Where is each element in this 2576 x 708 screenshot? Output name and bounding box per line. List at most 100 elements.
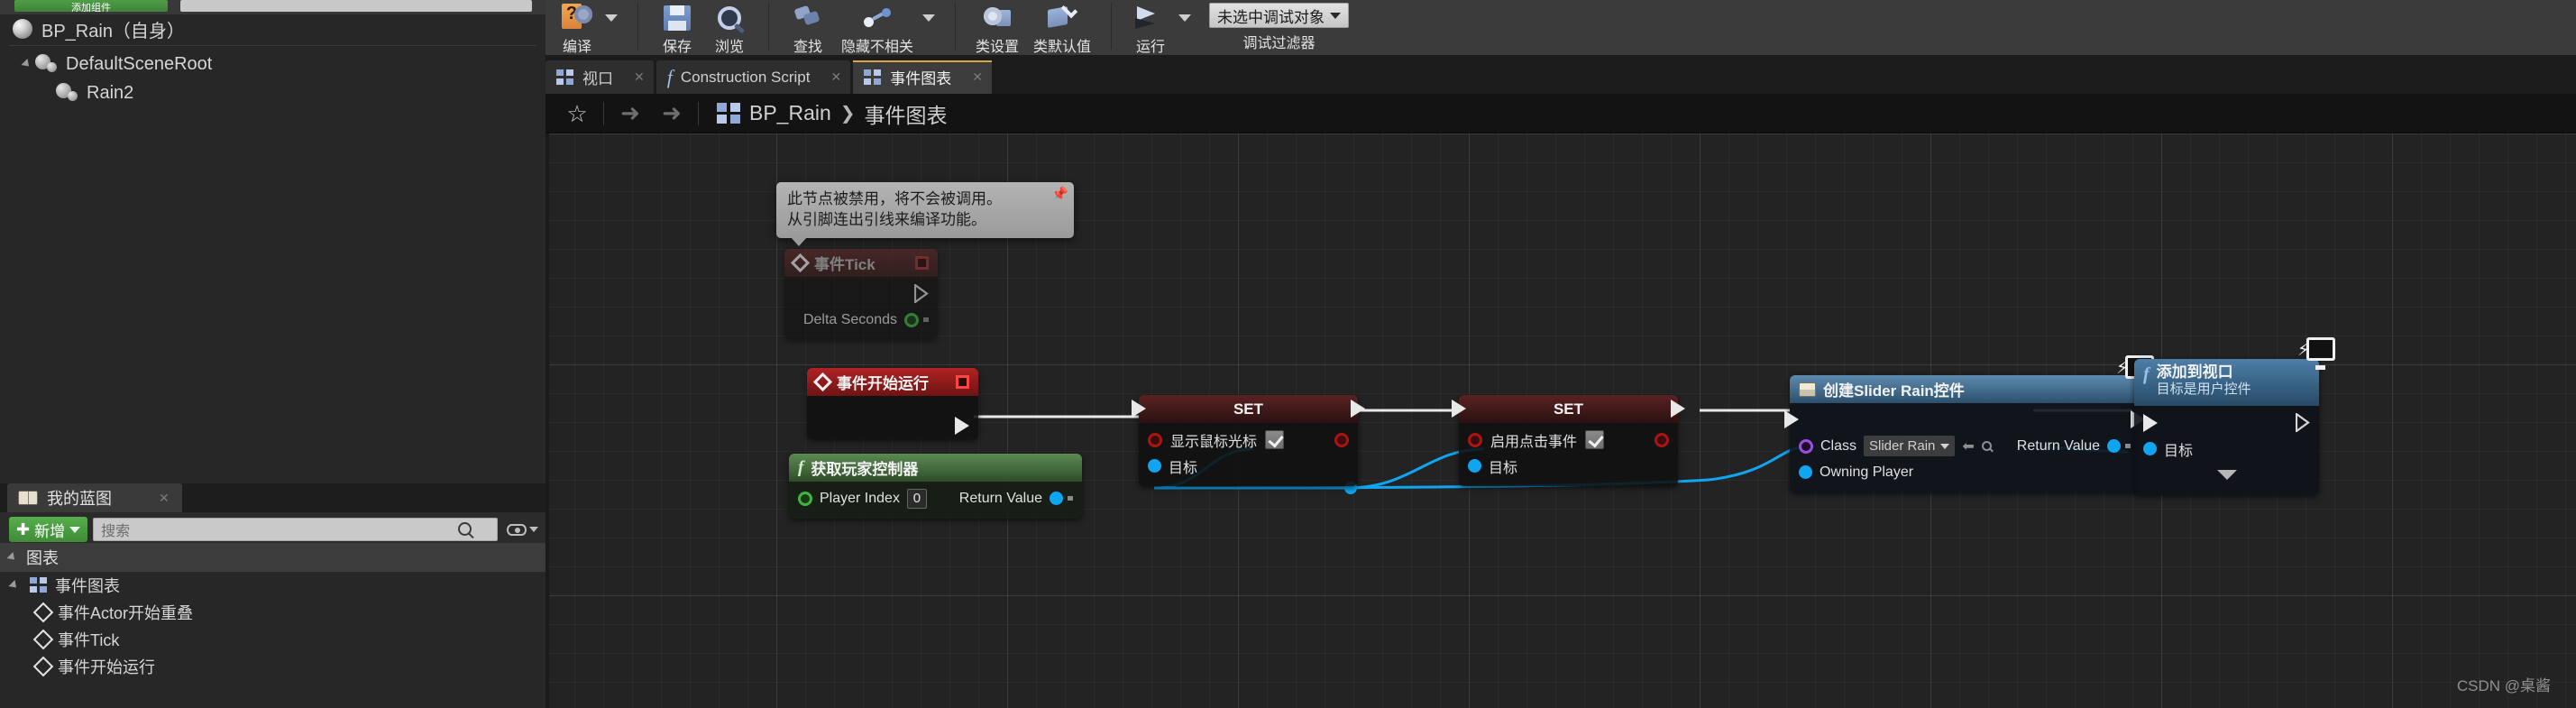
my-blueprint-tabbar: 我的蓝图 ✕ xyxy=(0,483,545,512)
browse-button[interactable]: 浏览 xyxy=(703,0,756,56)
node-set-enable-click-events[interactable]: SET 启用点击事件 目标 xyxy=(1452,395,1685,486)
pin-target[interactable]: 目标 xyxy=(1139,453,1358,479)
bool-pin-out-icon[interactable] xyxy=(1334,432,1349,447)
widget-icon xyxy=(1799,382,1816,397)
node-set-show-mouse-cursor[interactable]: SET 显示鼠标光标 目标 xyxy=(1132,395,1365,486)
divider xyxy=(603,101,604,125)
list-item-event-graph[interactable]: 事件图表 xyxy=(0,572,545,599)
component-row-self[interactable]: BP_Rain（自身） xyxy=(0,14,545,43)
node-event-begin-play-header: 事件开始运行 xyxy=(807,368,978,396)
pin-show-mouse-cursor[interactable]: 显示鼠标光标 xyxy=(1148,429,1285,451)
component-row-rain2[interactable]: Rain2 xyxy=(0,78,545,107)
breadcrumb-root[interactable]: BP_Rain xyxy=(749,101,831,125)
enable-click-events-checkbox[interactable] xyxy=(1585,430,1605,449)
pin-return-value-label: Return Value xyxy=(958,490,1042,506)
exec-pin-icon-in[interactable] xyxy=(1132,400,1146,418)
pin-owning-player[interactable]: Owning Player xyxy=(1790,459,2140,485)
node-event-begin-play[interactable]: 事件开始运行 xyxy=(807,368,978,439)
pin-tail xyxy=(2125,444,2131,448)
hide-unrelated-dropdown-icon[interactable] xyxy=(922,14,936,22)
play-dropdown-icon[interactable] xyxy=(1178,14,1192,22)
star-icon: ☆ xyxy=(566,99,588,127)
close-icon[interactable]: ✕ xyxy=(972,69,983,85)
exec-pin-icon-out[interactable] xyxy=(1671,400,1685,418)
components-search-input[interactable] xyxy=(180,0,532,12)
show-mouse-cursor-checkbox[interactable] xyxy=(1265,430,1285,449)
function-icon: f xyxy=(798,457,804,477)
save-button[interactable]: 保存 xyxy=(651,0,703,56)
list-item-event-begin-play[interactable]: 事件开始运行 xyxy=(0,653,545,680)
pin-target[interactable]: 目标 xyxy=(1459,453,1678,479)
pin-delta-seconds[interactable]: Delta Seconds xyxy=(784,307,938,333)
my-blueprint-search-input[interactable]: 搜索 xyxy=(93,518,498,541)
back-button[interactable]: ➜ xyxy=(610,94,651,133)
compile-button[interactable]: ? 编译 xyxy=(551,0,603,56)
node-add-to-viewport[interactable]: ⚡ f 添加到视口 目标是用户控件 目标 xyxy=(2134,337,2335,495)
exec-pin-icon-in[interactable] xyxy=(2143,413,2158,432)
compile-dropdown-icon[interactable] xyxy=(605,14,618,22)
pin-exec-out[interactable] xyxy=(784,280,938,307)
forward-button[interactable]: ➜ xyxy=(651,94,692,133)
list-item-event-tick[interactable]: 事件Tick xyxy=(0,626,545,653)
exec-pin-icon-in[interactable] xyxy=(1452,400,1466,418)
chevron-down-icon[interactable] xyxy=(21,58,32,70)
plus-icon: ✚ xyxy=(16,520,31,538)
pin-target[interactable]: 目标 xyxy=(2134,436,2319,462)
class-settings-label: 类设置 xyxy=(976,40,1020,55)
function-icon: f xyxy=(2143,364,2150,384)
hide-unrelated-button[interactable]: 隐藏不相关 xyxy=(834,0,921,56)
debug-object-select[interactable]: 未选中调试对象 xyxy=(1209,3,1350,28)
exec-pin-icon-in[interactable] xyxy=(1784,410,1799,428)
play-icon xyxy=(1135,3,1166,33)
pin-return-value[interactable]: Return Value xyxy=(959,491,1073,507)
list-item-event-actor-begin-overlap[interactable]: 事件Actor开始重叠 xyxy=(0,599,545,626)
node-create-widget-body: Class Slider Rain ⬅ Return Value Owning … xyxy=(1784,403,2145,492)
class-defaults-button[interactable]: 类默认值 xyxy=(1026,0,1098,56)
node-event-tick-body: Delta Seconds xyxy=(784,277,938,340)
search-icon xyxy=(458,522,472,536)
class-select[interactable]: Slider Rain xyxy=(1864,436,1956,456)
node-disable-toggle[interactable] xyxy=(915,256,929,270)
component-row-defaultsceneroot[interactable]: DefaultSceneRoot xyxy=(0,50,545,78)
favorite-button[interactable]: ☆ xyxy=(556,94,598,133)
use-selected-icon[interactable]: ⬅ xyxy=(1962,437,1974,455)
tab-event-graph[interactable]: 事件图表 ✕ xyxy=(853,60,992,94)
browse-label: 浏览 xyxy=(714,40,744,55)
class-defaults-icon xyxy=(1048,1,1078,33)
browse-icon[interactable] xyxy=(1981,441,1992,451)
bool-pin-out-icon[interactable] xyxy=(1655,432,1669,447)
close-icon[interactable]: ✕ xyxy=(159,491,170,506)
pin-class[interactable]: Class Slider Rain ⬅ xyxy=(1799,436,1992,456)
visibility-toggle[interactable] xyxy=(507,523,545,536)
close-icon[interactable]: ✕ xyxy=(830,69,841,85)
node-create-widget[interactable]: ⚡ 创建Slider Rain控件 Class Slider Rain ⬅ Re… xyxy=(1784,355,2154,492)
pin-icon[interactable]: 📌 xyxy=(1051,186,1068,204)
pin-player-index[interactable]: Player Index 0 xyxy=(798,488,927,509)
node-get-player-controller[interactable]: f 获取玩家控制器 Player Index 0 Return Value xyxy=(789,454,1082,519)
add-new-button[interactable]: ✚ 新增 xyxy=(9,517,88,542)
tab-construction-script[interactable]: f Construction Script ✕ xyxy=(655,60,851,94)
widget-monitor-icon: ⚡ xyxy=(2297,337,2335,370)
close-icon[interactable]: ✕ xyxy=(634,69,645,85)
tab-my-blueprint-label: 我的蓝图 xyxy=(47,490,112,508)
node-disable-toggle[interactable] xyxy=(956,375,969,389)
add-component-button[interactable]: 添加组件 xyxy=(14,0,168,12)
play-button[interactable]: 运行 xyxy=(1124,0,1177,56)
save-label: 保存 xyxy=(662,40,692,55)
toolbar-group-asset: 保存 浏览 xyxy=(646,0,761,56)
tab-my-blueprint[interactable]: 我的蓝图 ✕ xyxy=(7,483,182,512)
pin-enable-click-events[interactable]: 启用点击事件 xyxy=(1468,429,1605,451)
player-index-input[interactable]: 0 xyxy=(906,488,927,509)
event-graph-canvas[interactable]: 📌 此节点被禁用，将不会被调用。 从引脚连出引线来编译功能。 事件Tick De… xyxy=(545,133,2576,708)
find-button[interactable]: 查找 xyxy=(782,0,834,56)
pin-return-value[interactable]: Return Value xyxy=(2017,438,2131,455)
exec-pin-icon-out[interactable] xyxy=(2296,413,2310,432)
pin-exec-out[interactable] xyxy=(807,412,978,438)
node-event-tick[interactable]: 事件Tick Delta Seconds xyxy=(784,249,938,340)
section-header-graphs[interactable]: 图表 xyxy=(0,543,545,572)
class-settings-button[interactable]: 类设置 xyxy=(968,0,1026,56)
node-expand-toggle[interactable] xyxy=(2134,462,2319,488)
exec-pin-icon-out[interactable] xyxy=(1351,400,1365,418)
tab-viewport[interactable]: 视口 ✕ xyxy=(545,60,654,94)
pin-tail xyxy=(1068,496,1073,501)
